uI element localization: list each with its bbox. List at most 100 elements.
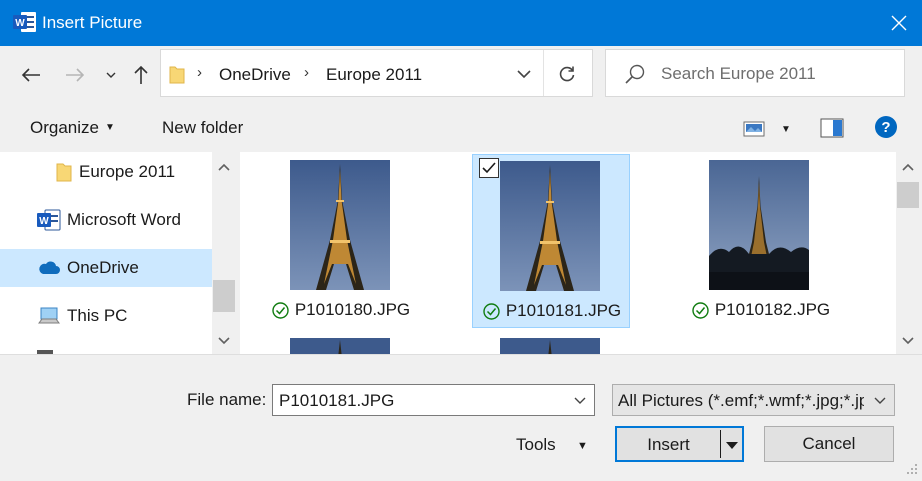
organize-label: Organize (30, 118, 99, 137)
close-button[interactable] (876, 0, 922, 46)
chevron-down-icon (517, 69, 531, 78)
word-icon: W (13, 12, 36, 32)
nav-item-this-pc[interactable]: This PC (0, 297, 212, 335)
cancel-button[interactable]: Cancel (764, 426, 894, 462)
chevron-down-icon (874, 397, 886, 404)
chevron-down-icon (106, 72, 116, 78)
sync-ok-icon (692, 301, 709, 319)
file-name-row: P1010180.JPG (262, 300, 420, 320)
scrollbar-thumb[interactable] (213, 280, 235, 312)
folder-icon (169, 66, 185, 84)
word-icon: W (37, 209, 61, 231)
breadcrumb-onedrive[interactable]: OneDrive (219, 65, 291, 85)
file-list: P1010180.JPG P1010181.JPG P1010182.JPG (240, 152, 896, 354)
preview-pane-icon[interactable] (820, 118, 844, 138)
arrow-right-icon (66, 68, 85, 82)
checkmark-icon (482, 162, 496, 174)
nav-item-microsoft-word[interactable]: W Microsoft Word (0, 201, 212, 239)
sync-ok-icon (483, 302, 500, 320)
view-thumbnails-icon (743, 121, 765, 137)
selection-checkbox[interactable] (479, 158, 499, 178)
file-type-dropdown[interactable] (870, 391, 890, 411)
arrow-left-icon (21, 68, 40, 82)
file-tile[interactable]: P1010180.JPG (262, 154, 420, 328)
breadcrumb-separator-icon: › (197, 64, 202, 81)
forward-button[interactable] (60, 60, 90, 90)
caret-down-icon[interactable]: ▼ (577, 440, 588, 452)
computer-icon (38, 307, 60, 324)
caret-down-icon: ▼ (104, 122, 115, 133)
file-name-row: P1010182.JPG (682, 300, 840, 320)
nav-item-label: Microsoft Word (67, 210, 181, 229)
eiffel-tower-thumbnail (290, 160, 390, 290)
caret-down-icon: ▼ (781, 123, 791, 135)
eiffel-tower-thumbnail (709, 160, 809, 290)
file-list-scrollbar[interactable] (896, 152, 920, 354)
address-history-dropdown[interactable] (511, 62, 537, 86)
file-type-value: All Pictures (*.emf;*.wmf;*.jpg;*.jpeg;*… (618, 391, 864, 410)
search-box[interactable] (605, 49, 905, 97)
search-input[interactable] (661, 60, 891, 88)
scroll-down-icon[interactable] (896, 328, 920, 354)
refresh-button[interactable] (551, 60, 583, 88)
file-type-select[interactable]: All Pictures (*.emf;*.wmf;*.jpg;*.jpeg;*… (612, 384, 895, 416)
scrollbar-thumb[interactable] (897, 182, 919, 208)
tools-button[interactable]: Tools (516, 435, 556, 455)
back-button[interactable] (16, 60, 46, 90)
nav-item-europe-2011[interactable]: Europe 2011 (0, 153, 212, 191)
insert-options-dropdown[interactable] (723, 437, 741, 453)
file-name-input[interactable] (279, 389, 559, 413)
file-name-label: File name: (187, 390, 267, 409)
file-tile-selected[interactable]: P1010181.JPG (472, 154, 630, 328)
file-name-combobox[interactable] (272, 384, 595, 416)
resize-grip-icon[interactable] (906, 463, 918, 475)
nav-item-label: OneDrive (67, 258, 139, 277)
file-tile[interactable]: P1010182.JPG (682, 154, 840, 328)
dialog-footer: File name: All Pictures (*.emf;*.wmf;*.j… (0, 354, 922, 481)
scroll-up-icon[interactable] (212, 154, 236, 180)
search-icon (625, 64, 645, 84)
navigation-pane-scrollbar[interactable] (212, 152, 236, 354)
file-name-row: P1010181.JPG (473, 301, 631, 321)
organize-button[interactable]: Organize ▼ (30, 118, 115, 138)
scroll-up-icon[interactable] (896, 154, 920, 180)
new-folder-button[interactable]: New folder (162, 118, 243, 138)
scroll-down-icon[interactable] (212, 328, 236, 354)
svg-text:W: W (39, 216, 49, 227)
command-toolbar: Organize ▼ New folder ▼ ? (0, 106, 922, 152)
file-name: P1010180.JPG (294, 300, 411, 319)
up-button[interactable] (126, 60, 156, 90)
nav-item-label: Europe 2011 (79, 162, 176, 181)
address-divider (543, 50, 544, 96)
nav-item-onedrive[interactable]: OneDrive (0, 249, 212, 287)
help-button[interactable]: ? (875, 116, 897, 138)
breadcrumb-europe-2011[interactable]: Europe 2011 (326, 65, 422, 85)
svg-text:W: W (15, 18, 25, 29)
navigation-bar: › OneDrive › Europe 2011 (0, 46, 922, 106)
change-view-button[interactable]: ▼ (743, 119, 795, 139)
partial-thumbnail (290, 338, 390, 354)
eiffel-tower-thumbnail (500, 161, 600, 291)
file-name: P1010181.JPG (505, 301, 622, 320)
insert-button[interactable]: Insert (615, 426, 744, 462)
recent-locations-button[interactable] (96, 60, 126, 90)
breadcrumb-separator-icon: › (304, 64, 309, 81)
title-bar: W Insert Picture (0, 0, 922, 46)
window-title: Insert Picture (42, 13, 143, 32)
chevron-down-icon (574, 397, 586, 404)
refresh-icon (559, 66, 575, 82)
address-bar[interactable]: › OneDrive › Europe 2011 (160, 49, 593, 97)
folder-icon (56, 163, 72, 182)
file-name: P1010182.JPG (714, 300, 831, 319)
file-name-dropdown[interactable] (570, 391, 590, 411)
cloud-icon (39, 261, 60, 274)
sync-ok-icon (272, 301, 289, 319)
insert-split-divider (720, 430, 721, 458)
close-icon (891, 15, 907, 31)
arrow-up-icon (134, 65, 148, 84)
partial-thumbnail (500, 338, 600, 354)
nav-item-label: This PC (67, 306, 128, 325)
caret-down-icon (726, 441, 738, 449)
insert-label: Insert (647, 435, 690, 454)
navigation-pane: Europe 2011 W Microsoft Word OneDrive Th… (0, 152, 212, 354)
